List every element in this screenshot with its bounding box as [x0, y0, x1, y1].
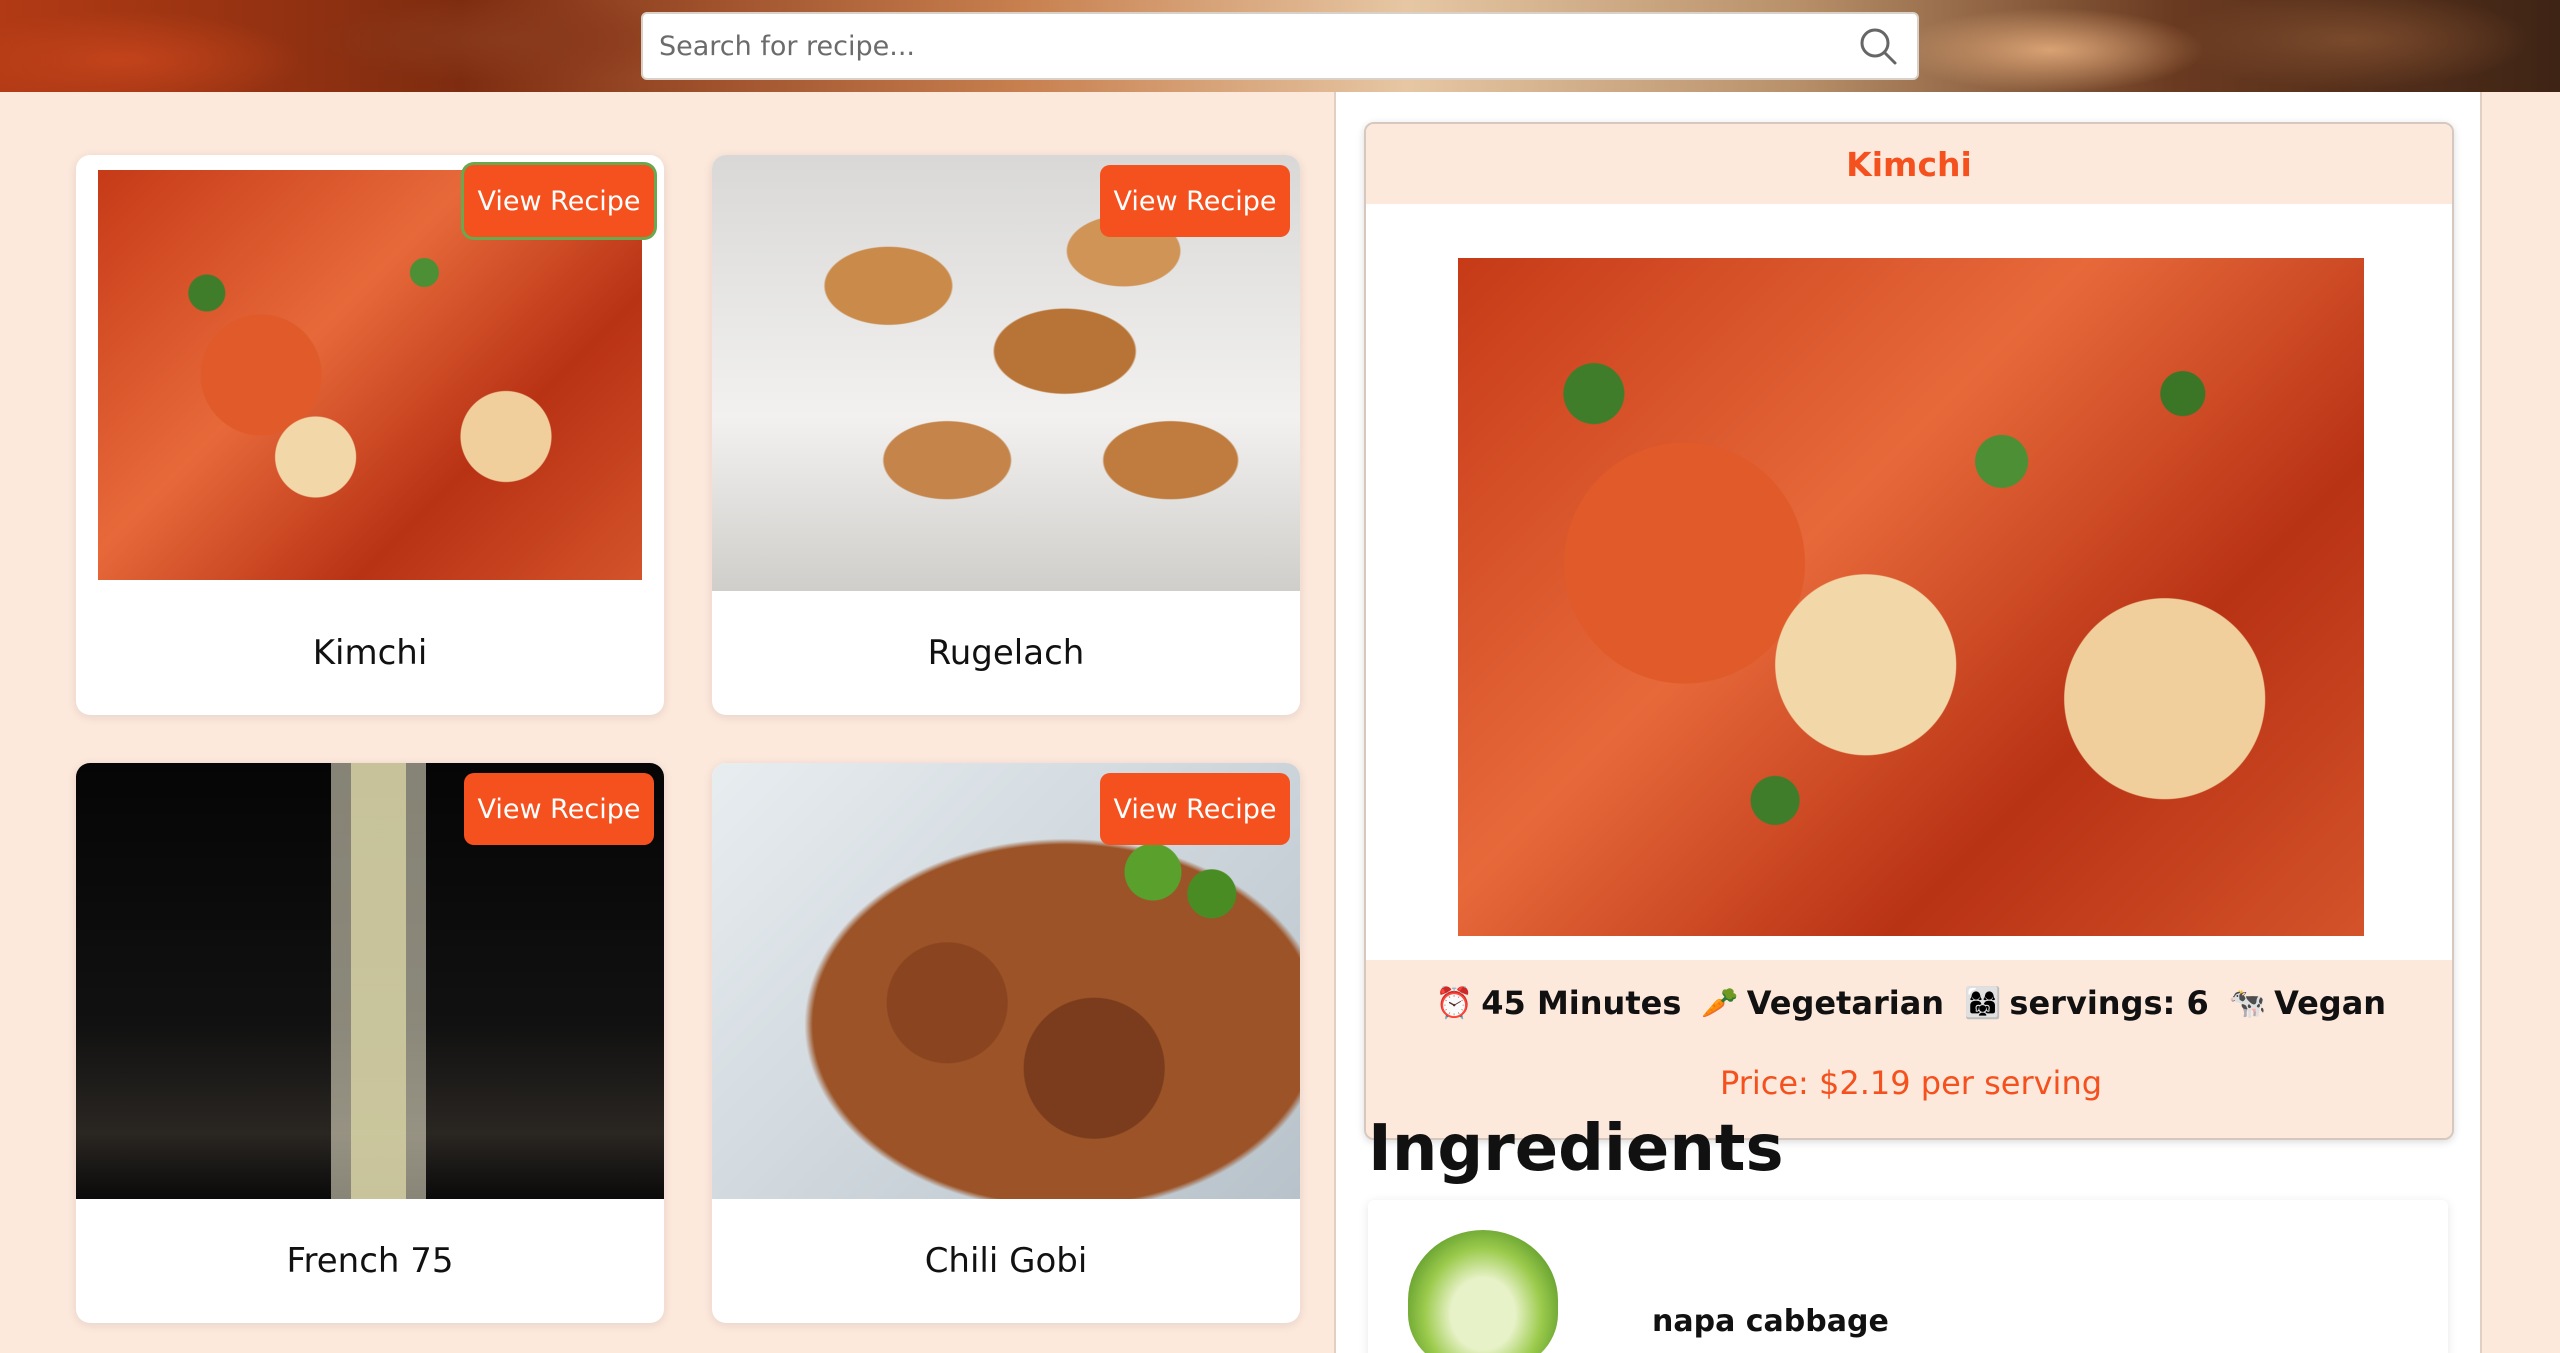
recipe-name: Rugelach	[927, 633, 1085, 673]
cow-icon: 🐄	[2228, 985, 2267, 1021]
family-icon: 👩‍👩‍👧	[1964, 985, 2002, 1021]
servings-label: servings: 6	[2009, 984, 2209, 1022]
recipe-detail-image	[1458, 258, 2364, 936]
recipe-meta: ⏰ 45 Minutes 🥕 Vegetarian 👩‍👩‍👧 servings…	[1366, 984, 2452, 1022]
search-icon[interactable]	[1855, 23, 1901, 69]
servings-meta: 👩‍👩‍👧 servings: 6	[1964, 984, 2209, 1022]
recipe-card-kimchi[interactable]: Kimchi View Recipe	[76, 155, 664, 715]
price-label: Price: $2.19 per serving	[1719, 1064, 2103, 1102]
search-bar[interactable]	[641, 12, 1919, 80]
recipe-detail-title: Kimchi	[1366, 124, 2452, 204]
ingredient-image	[1408, 1230, 1558, 1353]
carrot-icon: 🥕	[1701, 985, 1739, 1021]
vegetarian-label: Vegetarian	[1746, 984, 1945, 1022]
ingredient-item: napa cabbage	[1368, 1200, 2448, 1353]
ingredients-heading: Ingredients	[1368, 1112, 1784, 1186]
vegetarian-meta: 🥕 Vegetarian	[1701, 984, 1944, 1022]
recipe-detail-panel: Kimchi ⏰ 45 Minutes 🥕 Vegetarian 👩‍👩‍👧 s…	[1334, 92, 2482, 1353]
recipe-name: Kimchi	[312, 633, 428, 673]
alarm-clock-icon: ⏰	[1435, 985, 1474, 1021]
view-recipe-button[interactable]: View Recipe	[464, 165, 654, 237]
view-recipe-button[interactable]: View Recipe	[1100, 773, 1290, 845]
search-input[interactable]	[659, 30, 1855, 62]
time-meta: ⏰ 45 Minutes	[1436, 984, 1681, 1022]
vegan-label: Vegan	[2274, 984, 2387, 1022]
recipe-name: Chili Gobi	[924, 1241, 1088, 1281]
view-recipe-button[interactable]: View Recipe	[1100, 165, 1290, 237]
view-recipe-button[interactable]: View Recipe	[464, 773, 654, 845]
ingredient-name: napa cabbage	[1652, 1304, 1889, 1339]
header-banner	[0, 0, 2560, 92]
recipe-card-rugelach[interactable]: Rugelach View Recipe	[712, 155, 1300, 715]
recipe-card-french-75[interactable]: French 75 View Recipe	[76, 763, 664, 1323]
time-label: 45 Minutes	[1481, 984, 1682, 1022]
recipe-card-chili-gobi[interactable]: Chili Gobi View Recipe	[712, 763, 1300, 1323]
recipe-detail-card: Kimchi ⏰ 45 Minutes 🥕 Vegetarian 👩‍👩‍👧 s…	[1364, 122, 2454, 1140]
recipe-name: French 75	[286, 1241, 454, 1281]
vegan-meta: 🐄 Vegan	[2229, 984, 2386, 1022]
